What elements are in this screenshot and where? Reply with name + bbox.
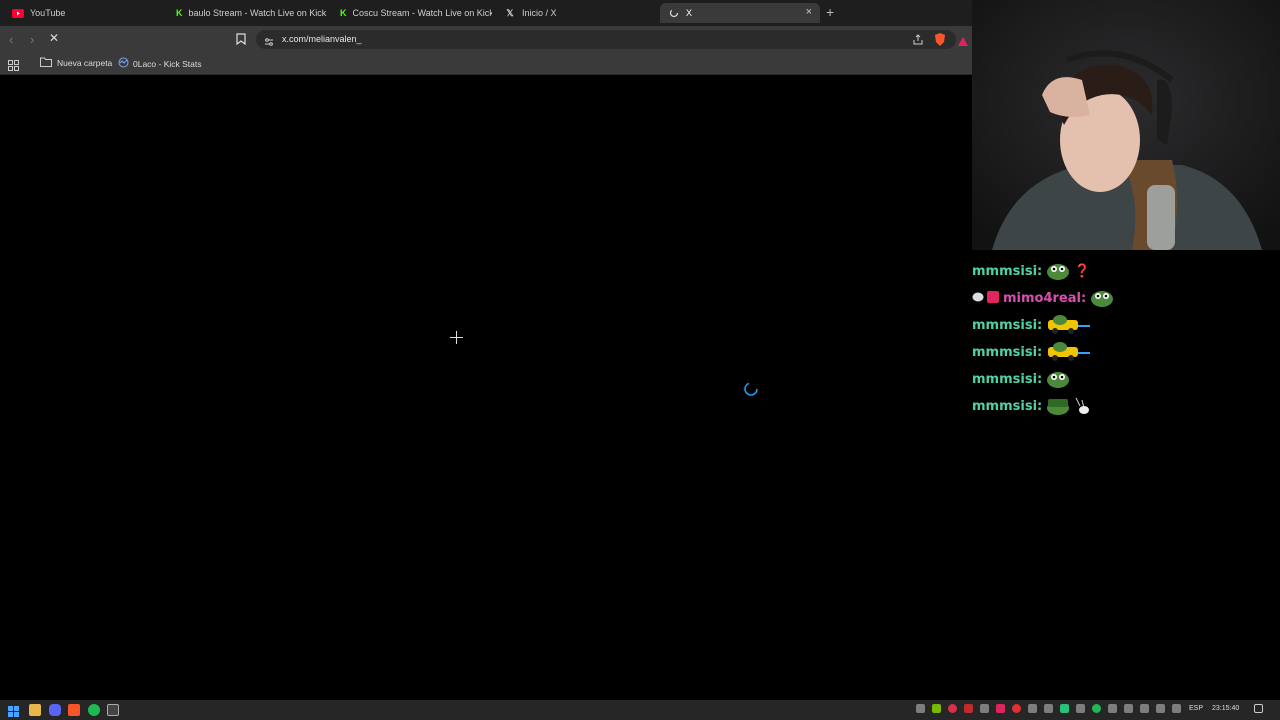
spotify-tray-icon[interactable] [1092, 704, 1101, 713]
spotify-icon[interactable] [88, 704, 100, 716]
page-viewport[interactable] [0, 76, 972, 700]
tab-label: YouTube [30, 8, 66, 18]
tray-app-icon[interactable] [1076, 704, 1085, 713]
tab-youtube[interactable]: YouTube [4, 3, 164, 23]
sparkle-emote-icon [1074, 396, 1090, 418]
nvidia-icon[interactable] [932, 704, 941, 713]
clock[interactable]: 23:15:40 [1212, 705, 1239, 712]
question-mark-icon: ❓ [1074, 264, 1091, 279]
close-tab-icon[interactable]: × [806, 6, 812, 18]
steam-icon[interactable] [1156, 704, 1165, 713]
chat-message: mmmsisi: [972, 312, 1280, 339]
brave-browser-icon[interactable] [68, 704, 80, 716]
tray-app-icon[interactable] [1044, 704, 1053, 713]
tray-app-icon[interactable] [1028, 704, 1037, 713]
pepe-car-emote-icon [1046, 314, 1091, 338]
chat-message: mimo4real: [972, 285, 1280, 312]
chat-username: mmmsisi: [972, 372, 1043, 387]
tab-x-active[interactable]: X × [660, 3, 820, 23]
file-explorer-icon[interactable] [29, 704, 41, 716]
kickstats-icon [118, 57, 129, 70]
kick-icon: K [340, 8, 347, 18]
tray-app-icon[interactable] [964, 704, 973, 713]
new-tab-button[interactable]: + [826, 4, 834, 20]
windows-start-icon[interactable] [8, 704, 19, 720]
loading-spinner-icon [743, 381, 759, 402]
discord-icon[interactable] [49, 704, 61, 716]
bookmark-nueva-carpeta[interactable]: Nueva carpeta [40, 57, 112, 69]
tray-app-icon[interactable] [1060, 704, 1069, 713]
stop-loading-icon[interactable]: ✕ [49, 31, 59, 45]
language-indicator[interactable]: ESP [1189, 705, 1203, 712]
folder-icon [40, 57, 52, 69]
apps-grid-icon[interactable] [8, 58, 19, 76]
pepe-emote-icon [1046, 260, 1070, 284]
screen: YouTube K baulo Stream - Watch Live on K… [0, 0, 1280, 720]
chat-message: mmmsisi: [972, 339, 1280, 366]
bookmark-kick-stats[interactable]: 0Laco - Kick Stats [118, 57, 202, 70]
pepe-car-emote-icon [1046, 341, 1091, 365]
tab-label: baulo Stream - Watch Live on Kick [188, 8, 327, 18]
network-icon[interactable] [1140, 704, 1149, 713]
share-icon[interactable] [912, 33, 924, 51]
tab-strip: YouTube K baulo Stream - Watch Live on K… [0, 0, 972, 26]
site-settings-icon[interactable] [264, 34, 274, 52]
forward-icon[interactable]: › [30, 32, 34, 47]
chat-username: mimo4real: [1003, 291, 1087, 306]
chat-username: mmmsisi: [972, 345, 1043, 360]
tab-coscu-stream[interactable]: K Coscu Stream - Watch Live on Kick [332, 3, 492, 23]
brave-rewards-icon[interactable] [958, 34, 968, 52]
tab-label: Coscu Stream - Watch Live on Kick [352, 8, 493, 18]
brave-shield-icon[interactable] [934, 33, 946, 51]
obs-icon[interactable] [107, 704, 119, 716]
crosshair-cursor-icon [450, 331, 463, 349]
chat-message: mmmsisi: [972, 393, 1280, 420]
pepe-emote-icon [1090, 287, 1114, 311]
tab-inicio-x[interactable]: 𝕏 Inicio / X [496, 3, 656, 23]
subscriber-badge-icon [987, 290, 999, 307]
tab-label: X [686, 8, 693, 18]
youtube-icon [12, 7, 24, 19]
chat-message: mmmsisi: ❓ [972, 258, 1280, 285]
tray-app-icon[interactable] [1124, 704, 1133, 713]
notifications-icon[interactable] [1254, 704, 1263, 713]
tray-app-icon[interactable] [1012, 704, 1021, 713]
chat-username: mmmsisi: [972, 318, 1043, 333]
bookmarks-bar: Nueva carpeta 0Laco - Kick Stats [0, 53, 972, 75]
webcam-overlay [972, 0, 1280, 250]
tray-app-icon[interactable] [948, 704, 957, 713]
microphone-icon[interactable] [1108, 704, 1117, 713]
tab-label: Inicio / X [522, 8, 557, 18]
url-text[interactable]: x.com/melianvalen_ [282, 34, 362, 44]
kick-icon: K [176, 8, 183, 18]
chat-overlay: mmmsisi: ❓ mimo4real: mmmsisi: mmmsisi: … [972, 258, 1280, 420]
pepe-hat-emote-icon [1046, 395, 1070, 419]
back-icon[interactable]: ‹ [9, 32, 13, 47]
chat-username: mmmsisi: [972, 264, 1043, 279]
tray-app-icon[interactable] [916, 704, 925, 713]
pepe-emote-icon [1046, 368, 1070, 392]
taskbar: ESP 23:15:40 [0, 700, 1280, 720]
bookmark-icon[interactable] [236, 32, 246, 50]
volume-icon[interactable] [1172, 704, 1181, 713]
tray-app-icon[interactable] [980, 704, 989, 713]
toolbar: ‹ › ✕ x.com/melianvalen_ [0, 26, 972, 53]
address-bar[interactable]: x.com/melianvalen_ [256, 30, 956, 49]
x-icon: 𝕏 [506, 7, 514, 18]
loading-icon [668, 7, 680, 19]
chat-username: mmmsisi: [972, 399, 1043, 414]
chat-message: mmmsisi: [972, 366, 1280, 393]
tray-app-icon[interactable] [996, 704, 1005, 713]
chat-badge-icon [972, 291, 984, 306]
tab-baulo-stream[interactable]: K baulo Stream - Watch Live on Kick [168, 3, 328, 23]
